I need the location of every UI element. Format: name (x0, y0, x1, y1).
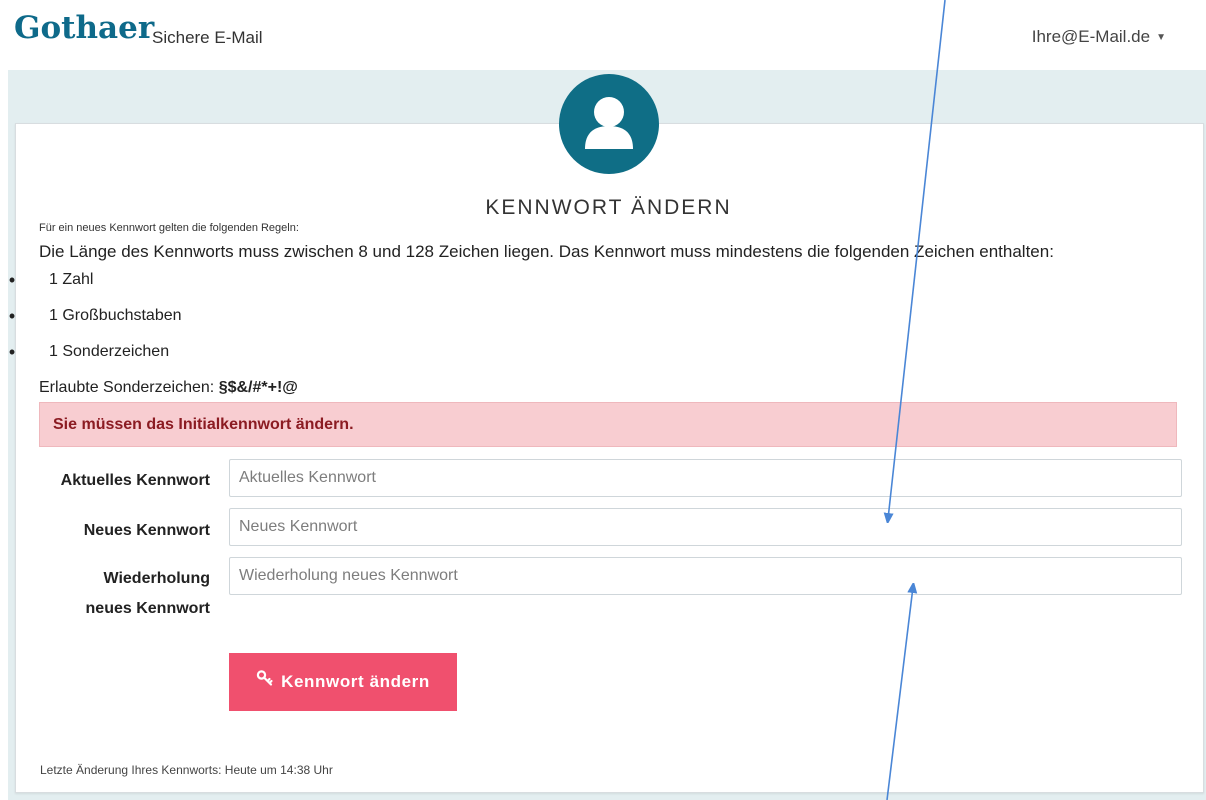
list-item: • 1 Sonderzeichen (0, 340, 182, 376)
repeat-password-label: Wiederholung neues Kennwort (0, 564, 210, 624)
last-change-info: Letzte Änderung Ihres Kennworts: Heute u… (40, 763, 333, 777)
change-password-label: Kennwort ändern (281, 671, 430, 691)
chevron-down-icon[interactable]: ▼ (1156, 32, 1166, 43)
bullet-icon: • (8, 306, 16, 326)
alert-text: Sie müssen das Initialkennwort ändern. (53, 416, 354, 433)
rule-text: 1 Großbuchstaben (49, 307, 182, 324)
bullet-icon: • (8, 270, 16, 290)
bullet-icon: • (8, 342, 16, 362)
new-password-input[interactable] (229, 508, 1182, 546)
gothaer-logo[interactable]: Gothaer (14, 10, 154, 46)
rules-list: • 1 Zahl • 1 Großbuchstaben • 1 Sonderzeich… (0, 268, 182, 376)
key-icon (256, 669, 274, 692)
page-title: KENNWORT ÄNDERN (485, 196, 732, 219)
allowed-label: Erlaubte Sonderzeichen: (39, 379, 215, 396)
user-icon (559, 74, 659, 174)
rule-text: 1 Zahl (49, 271, 94, 288)
new-password-label: Neues Kennwort (83, 522, 210, 539)
list-item: • 1 Zahl (0, 268, 182, 304)
error-alert: Sie müssen das Initialkennwort ändern. (39, 402, 1177, 447)
rules-description: Die Länge des Kennworts muss zwischen 8 … (39, 242, 1054, 261)
allowed-chars: §$&/#*+!@ (218, 379, 298, 396)
current-password-input[interactable] (229, 459, 1182, 497)
change-password-button[interactable]: Kennwort ändern (229, 653, 457, 711)
allowed-special-chars: Erlaubte Sonderzeichen: §$&/#*+!@ (39, 379, 298, 397)
repeat-label-line2: neues Kennwort (85, 600, 210, 617)
user-menu[interactable]: Ihre@E-Mail.de ▼ (1032, 27, 1166, 47)
current-password-label: Aktuelles Kennwort (60, 472, 210, 489)
rules-intro: Für ein neues Kennwort gelten die folgen… (39, 222, 299, 234)
repeat-password-input[interactable] (229, 557, 1182, 595)
repeat-label-line1: Wiederholung (103, 570, 210, 587)
list-item: • 1 Großbuchstaben (0, 304, 182, 340)
user-email[interactable]: Ihre@E-Mail.de (1032, 27, 1150, 46)
rule-text: 1 Sonderzeichen (49, 343, 170, 360)
app-title: Sichere E-Mail (152, 28, 263, 47)
top-bar: Gothaer Sichere E-Mail Ihre@E-Mail.de ▼ (0, 0, 1206, 70)
